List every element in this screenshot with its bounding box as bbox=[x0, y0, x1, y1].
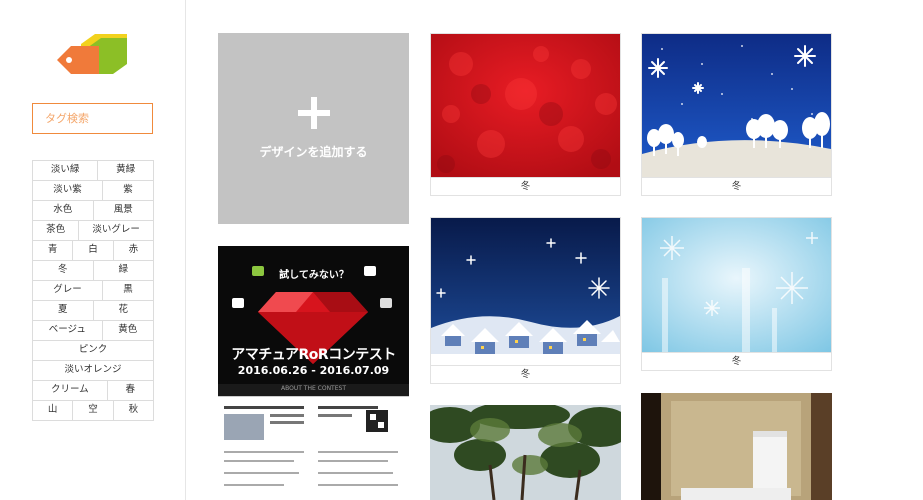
tag-row: 夏花 bbox=[32, 300, 154, 321]
design-card-room[interactable] bbox=[641, 393, 832, 500]
design-caption: 冬 bbox=[642, 352, 831, 371]
page: 淡い緑黄緑淡い紫紫水色風景茶色淡いグレー青白赤冬緑グレー黒夏花ベージュ黄色ピンク… bbox=[0, 0, 923, 500]
design-thumbnail bbox=[430, 405, 621, 500]
tag-button[interactable]: 空 bbox=[72, 400, 114, 421]
tag-button[interactable]: ベージュ bbox=[32, 320, 103, 341]
poster-dates: 2016.06.26 - 2016.07.09 bbox=[237, 364, 390, 377]
tag-button[interactable]: 風景 bbox=[92, 200, 154, 221]
tag-button[interactable]: 青 bbox=[32, 240, 74, 261]
tag-row: ベージュ 黄色 bbox=[32, 320, 155, 341]
tag-row: 山空秋 bbox=[32, 400, 154, 421]
tag-search-input[interactable] bbox=[32, 103, 153, 134]
tag-button[interactable]: 花 bbox=[92, 300, 154, 321]
tag-row: 淡いオレンジ bbox=[32, 360, 154, 381]
tag-button[interactable]: 黄色 bbox=[101, 320, 155, 341]
tag-button[interactable]: 春 bbox=[106, 380, 155, 401]
design-card-ice-blue[interactable]: 冬 bbox=[641, 217, 832, 371]
design-card-snow-village[interactable]: 冬 bbox=[430, 217, 621, 384]
tag-button[interactable]: 茶色 bbox=[32, 220, 80, 241]
design-card-red-hearts[interactable]: 冬 bbox=[430, 33, 621, 196]
poster-about: ABOUT THE CONTEST bbox=[280, 385, 346, 392]
poster-headline: 試してみない？ bbox=[279, 270, 349, 281]
tag-button[interactable]: 赤 bbox=[112, 240, 154, 261]
design-thumbnail bbox=[642, 218, 831, 352]
design-caption: 冬 bbox=[431, 365, 620, 384]
tag-row: 淡い緑 黄緑 bbox=[32, 160, 154, 181]
tag-button[interactable]: 淡い紫 bbox=[32, 180, 103, 201]
tag-logo-icon[interactable] bbox=[55, 34, 130, 80]
tag-row: クリーム春 bbox=[32, 380, 155, 401]
tag-button[interactable]: 緑 bbox=[92, 260, 154, 281]
tag-button[interactable]: 秋 bbox=[112, 400, 154, 421]
tag-button[interactable]: 山 bbox=[32, 400, 74, 421]
tag-button[interactable]: 淡いグレー bbox=[78, 220, 154, 241]
design-card-ror-contest[interactable]: 試してみない？ アマチュアRoRコンテスト 2016.06.26 - 2016.… bbox=[218, 246, 409, 500]
tag-button[interactable]: 黄緑 bbox=[97, 160, 154, 181]
tag-button[interactable]: クリーム bbox=[32, 380, 108, 401]
tag-row: 茶色 淡いグレー bbox=[32, 220, 154, 241]
tag-row: 淡い紫紫 bbox=[32, 180, 154, 201]
tag-row: 水色 風景 bbox=[32, 200, 154, 221]
tag-button[interactable]: ピンク bbox=[32, 340, 154, 361]
tag-row: グレー黒 bbox=[32, 280, 154, 301]
design-thumbnail bbox=[431, 34, 620, 177]
add-design-label: デザインを追加する bbox=[259, 145, 368, 159]
poster-title: アマチュアRoRコンテスト bbox=[231, 347, 396, 363]
design-thumbnail bbox=[642, 34, 831, 177]
sidebar: 淡い緑黄緑淡い紫紫水色風景茶色淡いグレー青白赤冬緑グレー黒夏花ベージュ黄色ピンク… bbox=[0, 0, 186, 500]
design-thumbnail bbox=[431, 218, 620, 365]
design-caption: 冬 bbox=[642, 177, 831, 196]
tag-row: 青白赤 bbox=[32, 240, 154, 261]
design-thumbnail bbox=[641, 393, 832, 500]
design-caption: 冬 bbox=[431, 177, 620, 196]
tag-button[interactable]: 紫 bbox=[102, 180, 154, 201]
tag-button[interactable]: 水色 bbox=[32, 200, 94, 221]
tag-button[interactable]: 淡い緑 bbox=[32, 160, 99, 181]
design-card-forest[interactable] bbox=[430, 405, 621, 500]
design-card-snow-trees[interactable]: 冬 bbox=[641, 33, 832, 196]
tag-button[interactable]: 冬 bbox=[32, 260, 94, 281]
plus-icon bbox=[297, 97, 330, 129]
tag-row: ピンク bbox=[32, 340, 154, 361]
tag-button[interactable]: 淡いオレンジ bbox=[32, 360, 154, 381]
tag-row: 冬緑 bbox=[32, 260, 154, 281]
add-design-button[interactable]: デザインを追加する bbox=[218, 33, 409, 224]
tag-button[interactable]: 夏 bbox=[32, 300, 94, 321]
tag-button[interactable]: グレー bbox=[32, 280, 103, 301]
tag-list: 淡い緑 黄緑 淡い紫紫水色 風景 茶色 淡いグレー青白赤冬緑グレー黒夏花ベージュ 黄色 ピンク… bbox=[32, 160, 155, 421]
tag-button[interactable]: 黒 bbox=[102, 280, 154, 301]
tag-button[interactable]: 白 bbox=[72, 240, 114, 261]
